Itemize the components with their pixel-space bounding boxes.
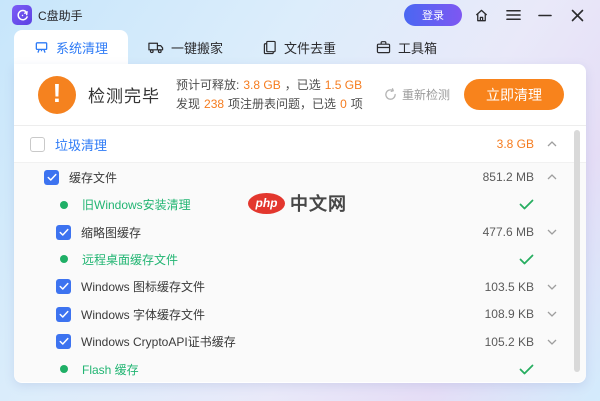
list-item-label: Windows 字体缓存文件 (81, 307, 206, 322)
toolbox-icon (376, 40, 391, 54)
app-window: C盘助手 登录 系统清理 一键搬家 文件去重 工具箱 ! 检测完毕 预计可释放:… (0, 0, 600, 401)
home-icon[interactable] (468, 3, 494, 27)
list-item-label: 远程桌面缓存文件 (82, 252, 179, 267)
checkbox[interactable] (56, 334, 71, 350)
tab-label: 工具箱 (398, 40, 438, 56)
scan-status-text: 检测完毕 (88, 87, 160, 106)
tab-file-dedupe[interactable]: 文件去重 (243, 30, 356, 64)
alert-icon: ! (38, 75, 76, 114)
list-item-label: Windows CryptoAPI证书缓存 (81, 335, 236, 350)
list-item-size: 108.9 KB (484, 307, 534, 322)
list-item-thumbnail-cache[interactable]: 缩略图缓存 477.6 MB (14, 218, 586, 245)
clean-icon (34, 40, 49, 55)
list-item-label: 缓存文件 (69, 170, 118, 185)
registry-line: 发现 238 项注册表问题，已选 0 项 (176, 96, 363, 111)
green-dot-icon (60, 255, 68, 264)
php-logo: php (248, 192, 285, 214)
list-item-font-cache[interactable]: Windows 字体缓存文件 108.9 KB (14, 301, 586, 328)
list-item-cache-files[interactable]: 缓存文件 851.2 MB (14, 163, 586, 191)
checkbox[interactable] (56, 224, 71, 240)
scrollbar[interactable] (574, 130, 580, 372)
group-label: 垃圾清理 (55, 137, 108, 153)
list-item-cryptoapi-cache[interactable]: Windows CryptoAPI证书缓存 105.2 KB (14, 328, 586, 355)
close-icon[interactable] (564, 3, 590, 27)
chevron-down-icon[interactable] (546, 311, 558, 318)
minimize-icon[interactable] (532, 3, 558, 27)
tab-label: 文件去重 (284, 40, 337, 56)
green-dot-icon (60, 200, 68, 209)
rescan-button[interactable]: 重新检测 (384, 86, 450, 103)
freeable-line: 预计可释放: 3.8 GB ，已选 1.5 GB (176, 77, 363, 92)
cleanup-list: 垃圾清理 3.8 GB 缓存文件 851.2 MB 旧Windows安装清理 缩… (14, 126, 586, 382)
refresh-icon (385, 88, 396, 100)
done-check-icon (470, 364, 534, 375)
list-item-size: 851.2 MB (482, 170, 534, 184)
chevron-down-icon[interactable] (546, 229, 558, 235)
list-item-label: 缩略图缓存 (81, 225, 142, 240)
group-row-garbage-clean[interactable]: 垃圾清理 3.8 GB (14, 126, 586, 162)
chevron-up-icon[interactable] (546, 174, 558, 180)
checkbox[interactable] (56, 306, 71, 322)
chevron-down-icon[interactable] (546, 339, 558, 345)
green-dot-icon (60, 365, 68, 374)
checkbox[interactable] (44, 169, 59, 185)
registry-count: 238 (204, 96, 225, 111)
list-item-label: Windows 图标缓存文件 (81, 280, 206, 295)
login-button[interactable]: 登录 (404, 4, 462, 26)
app-title: C盘助手 (38, 8, 83, 23)
group-size: 3.8 GB (496, 137, 534, 151)
checkbox[interactable] (56, 279, 71, 295)
tab-system-clean[interactable]: 系统清理 (14, 30, 129, 64)
list-item-icon-cache[interactable]: Windows 图标缓存文件 103.5 KB (14, 273, 586, 300)
selected-size: 1.5 GB (324, 77, 363, 92)
list-item-label: 旧Windows安装清理 (82, 198, 191, 213)
checkbox[interactable] (30, 136, 45, 152)
tab-one-key-move[interactable]: 一键搬家 (128, 30, 243, 64)
watermark: php 中文网 (248, 190, 347, 216)
scan-summary: ! 检测完毕 预计可释放: 3.8 GB ，已选 1.5 GB 发现 238 项注册表问题… (14, 64, 586, 126)
rescan-label: 重新检测 (401, 88, 450, 102)
chevron-up-icon[interactable] (546, 141, 558, 147)
tab-label: 一键搬家 (171, 40, 224, 56)
tab-label: 系统清理 (56, 40, 109, 56)
menu-icon[interactable] (500, 3, 526, 27)
truck-icon (148, 40, 164, 54)
list-item-size: 103.5 KB (484, 279, 534, 294)
list-item-size: 477.6 MB (482, 225, 534, 240)
list-item-size: 105.2 KB (484, 334, 534, 349)
clean-now-button[interactable]: 立即清理 (464, 79, 564, 110)
done-check-icon (470, 199, 534, 210)
list-item-remote-desktop-cache[interactable]: 远程桌面缓存文件 (14, 246, 586, 273)
app-logo-icon (12, 5, 32, 25)
watermark-text: 中文网 (290, 194, 347, 214)
main-panel: ! 检测完毕 预计可释放: 3.8 GB ，已选 1.5 GB 发现 238 项注册表问题… (14, 64, 586, 383)
dedupe-icon (263, 40, 277, 55)
done-check-icon (470, 254, 534, 265)
tab-bar: 系统清理 一键搬家 文件去重 工具箱 (0, 30, 600, 64)
list-item-label: Flash 缓存 (82, 362, 139, 377)
scan-detail: 预计可释放: 3.8 GB ，已选 1.5 GB 发现 238 项注册表问题，已选 0 项 (176, 76, 366, 114)
freeable-size: 3.8 GB (243, 77, 281, 92)
registry-selected-count: 0 (340, 96, 347, 111)
titlebar: C盘助手 登录 (0, 0, 600, 30)
list-item-flash-cache[interactable]: Flash 缓存 (14, 355, 586, 382)
tab-toolbox[interactable]: 工具箱 (356, 30, 457, 64)
chevron-down-icon[interactable] (546, 284, 558, 290)
